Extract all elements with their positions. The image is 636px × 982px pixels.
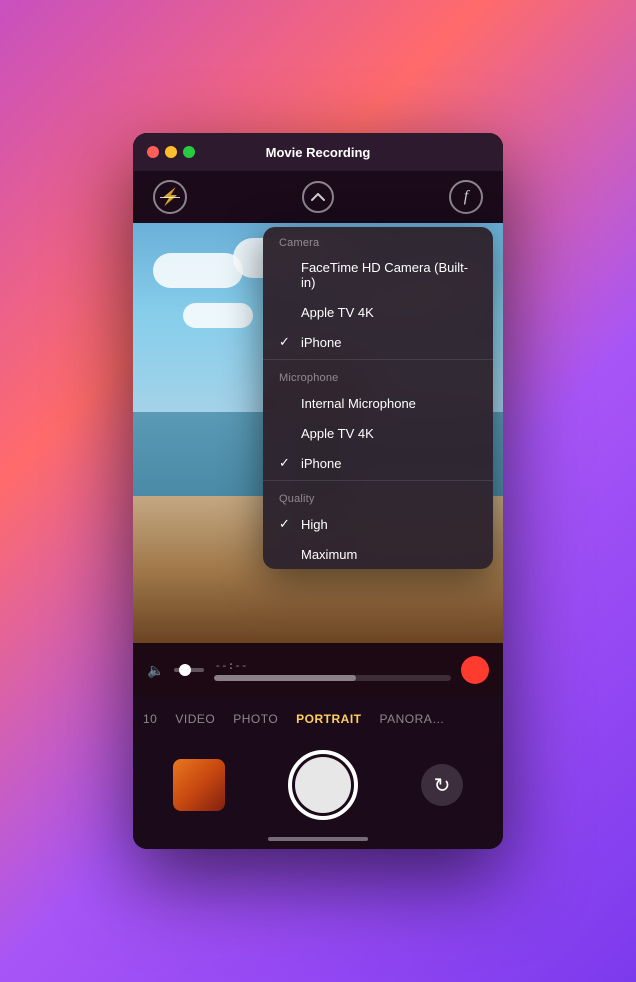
title-bar: Movie Recording xyxy=(133,133,503,171)
quality-high-label: High xyxy=(301,517,328,532)
recording-bar: 🔈 --:-- xyxy=(133,643,503,697)
mode-tab-slow[interactable]: 10 xyxy=(143,712,157,726)
microphone-section-header: Microphone xyxy=(263,362,493,388)
capture-button[interactable] xyxy=(288,750,358,820)
mic-item-appletv[interactable]: ✓ Apple TV 4K xyxy=(263,418,493,448)
volume-icon: 🔈 xyxy=(147,662,164,679)
mode-tab-video[interactable]: VIDEO xyxy=(175,712,215,726)
quality-section-header: Quality xyxy=(263,483,493,509)
mode-tab-photo[interactable]: PHOTO xyxy=(233,712,278,726)
window-title: Movie Recording xyxy=(266,145,371,160)
camera-item-iphone[interactable]: ✓ iPhone xyxy=(263,327,493,357)
cloud xyxy=(153,253,243,288)
timeline-track xyxy=(214,675,451,681)
camera-iphone-label: iPhone xyxy=(301,335,341,350)
minimize-button[interactable] xyxy=(165,146,177,158)
quality-maximum-label: Maximum xyxy=(301,547,357,562)
flash-icon: ⚡ xyxy=(160,187,180,207)
check-iphone-camera: ✓ xyxy=(279,334,293,350)
mic-appletv-label: Apple TV 4K xyxy=(301,426,374,441)
check-quality-high: ✓ xyxy=(279,516,293,532)
camera-controls: ↻ xyxy=(133,741,503,829)
camera-item-appletv[interactable]: ✓ Apple TV 4K xyxy=(263,297,493,327)
volume-thumb xyxy=(179,664,191,676)
flip-icon: ↻ xyxy=(434,773,451,798)
timeline: --:-- xyxy=(214,659,451,681)
mic-iphone-label: iPhone xyxy=(301,456,341,471)
time-display: --:-- xyxy=(214,659,451,672)
capture-inner xyxy=(295,757,351,813)
quality-item-maximum[interactable]: ✓ Maximum xyxy=(263,539,493,569)
maximize-button[interactable] xyxy=(183,146,195,158)
face-button[interactable]: f xyxy=(449,180,483,214)
photo-thumbnail[interactable] xyxy=(173,759,225,811)
timeline-fill xyxy=(214,675,356,681)
mic-item-iphone[interactable]: ✓ iPhone xyxy=(263,448,493,478)
close-button[interactable] xyxy=(147,146,159,158)
divider-2 xyxy=(263,480,493,481)
mode-tabs: 10 VIDEO PHOTO PORTRAIT PANORA… xyxy=(133,697,503,741)
mic-internal-label: Internal Microphone xyxy=(301,396,416,411)
traffic-lights xyxy=(147,146,195,158)
flip-camera-button[interactable]: ↻ xyxy=(421,764,463,806)
chevron-up-button[interactable] xyxy=(302,181,334,213)
chevron-up-icon xyxy=(311,193,325,201)
camera-item-facetime[interactable]: ✓ FaceTime HD Camera (Built-in) xyxy=(263,253,493,297)
volume-slider[interactable] xyxy=(174,668,204,672)
camera-appletv-label: Apple TV 4K xyxy=(301,305,374,320)
camera-facetime-label: FaceTime HD Camera (Built-in) xyxy=(301,260,477,290)
mode-tab-portrait[interactable]: PORTRAIT xyxy=(296,712,361,726)
dropdown-menu: Camera ✓ FaceTime HD Camera (Built-in) ✓… xyxy=(263,227,493,569)
divider-1 xyxy=(263,359,493,360)
camera-section-header: Camera xyxy=(263,227,493,253)
flash-button[interactable]: ⚡ xyxy=(153,180,187,214)
face-icon: f xyxy=(464,188,468,206)
mic-item-internal[interactable]: ✓ Internal Microphone xyxy=(263,388,493,418)
check-iphone-mic: ✓ xyxy=(279,455,293,471)
record-button[interactable] xyxy=(461,656,489,684)
home-bar xyxy=(268,837,368,841)
quality-item-high[interactable]: ✓ High xyxy=(263,509,493,539)
controls-bar: ⚡ f xyxy=(133,171,503,223)
mode-tab-panorama[interactable]: PANORA… xyxy=(380,712,445,726)
main-window: Movie Recording ⚡ f xyxy=(133,133,503,849)
cloud xyxy=(183,303,253,328)
home-indicator xyxy=(133,829,503,849)
